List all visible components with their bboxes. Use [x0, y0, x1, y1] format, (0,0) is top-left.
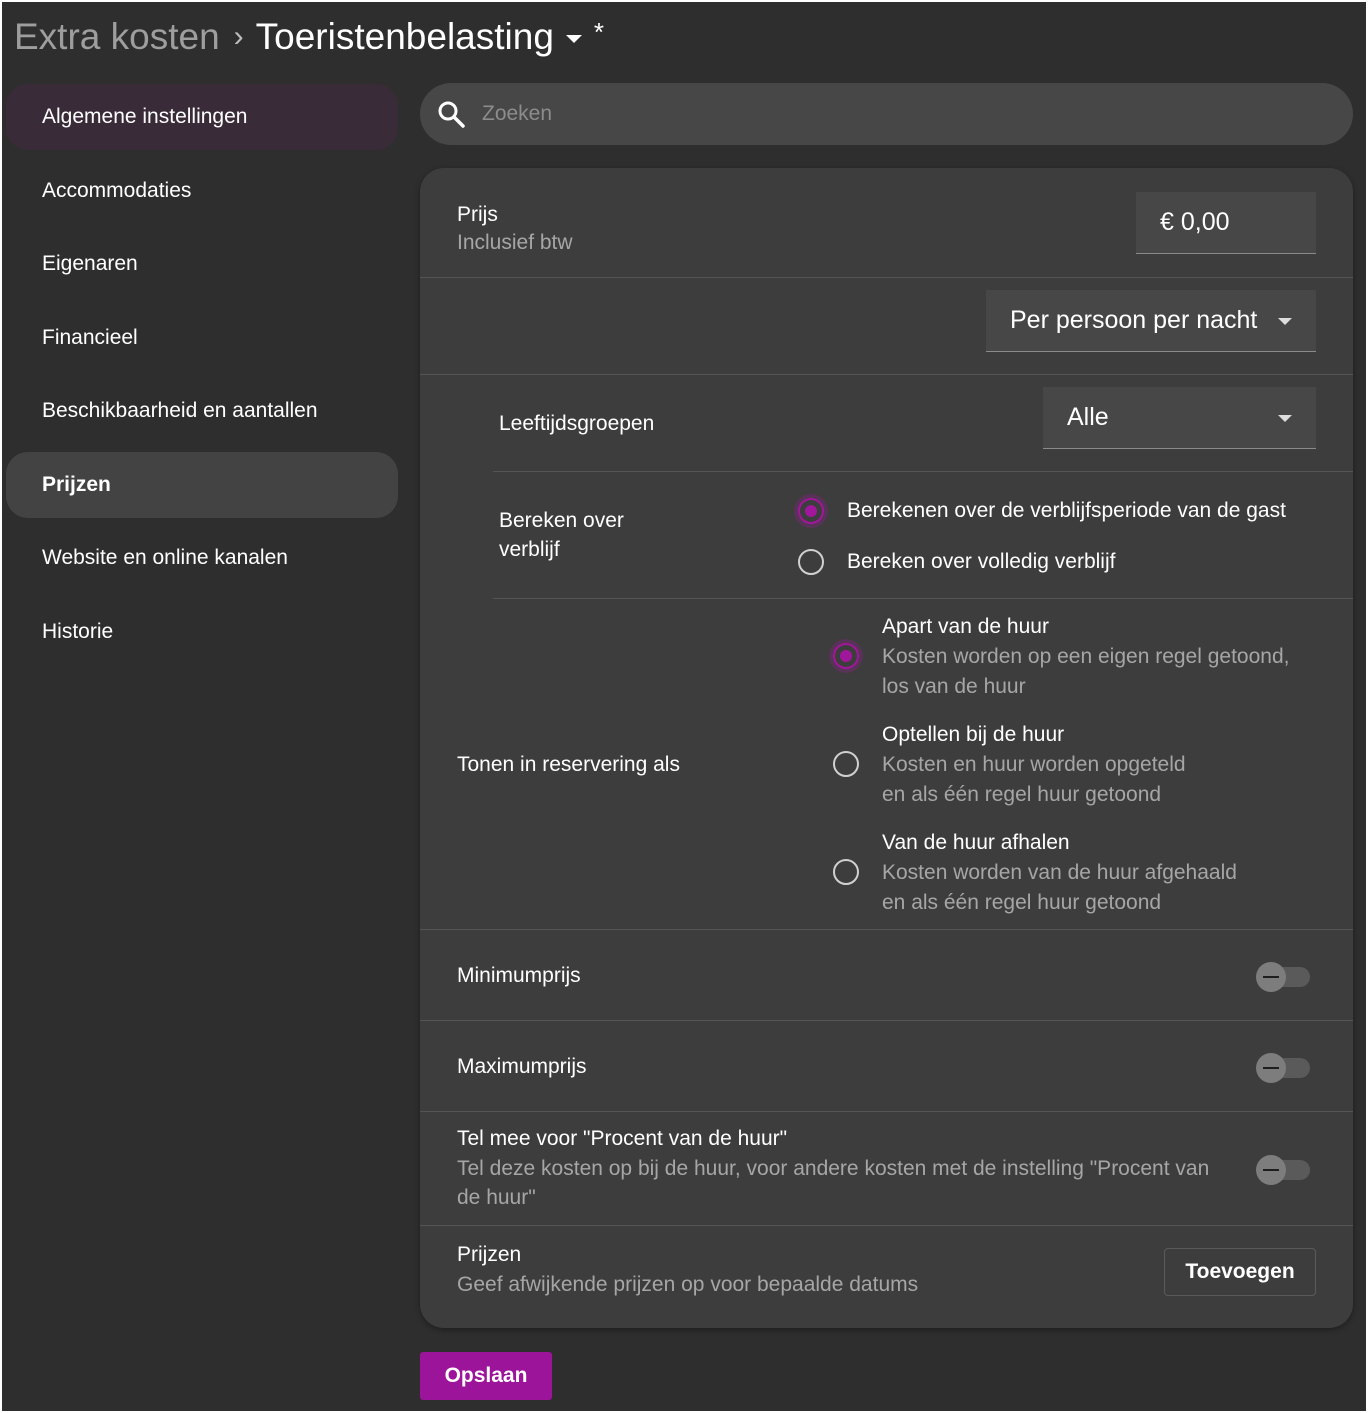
age-groups-label: Leeftijdsgroepen — [499, 412, 655, 435]
sidebar-item-eigenaren[interactable]: Eigenaren — [6, 231, 398, 297]
radio-separate-desc-2: los van de huur — [882, 675, 1026, 698]
min-price-label: Minimumprijs — [457, 964, 581, 987]
divider — [493, 598, 1353, 599]
divider — [493, 471, 1353, 472]
radio-separate-title[interactable]: Apart van de huur — [882, 615, 1049, 639]
chevron-down-icon — [1278, 318, 1292, 325]
price-label: Prijs — [457, 203, 498, 226]
age-groups-value: Alle — [1067, 403, 1109, 431]
divider — [420, 929, 1353, 930]
chevron-down-icon[interactable] — [565, 35, 582, 43]
radio-subtract-from-rent[interactable] — [833, 859, 859, 885]
breadcrumb-separator: › — [233, 20, 244, 53]
toggle-knob — [1256, 1155, 1286, 1185]
save-button[interactable]: Opslaan — [420, 1352, 552, 1400]
prices-sublabel: Geef afwijkende prijzen op voor bepaalde… — [457, 1273, 919, 1296]
sidebar-item-prijzen[interactable]: Prijzen — [6, 451, 398, 518]
divider — [420, 1111, 1353, 1112]
calc-over-stay-label-line2: verblijf — [499, 538, 560, 561]
unit-select-value: Per persoon per nacht — [1010, 306, 1258, 334]
min-price-toggle[interactable] — [1256, 962, 1310, 992]
add-price-button[interactable]: Toevoegen — [1164, 1248, 1316, 1296]
radio-separate-desc-1: Kosten worden op een eigen regel getoond… — [882, 645, 1290, 668]
max-price-toggle[interactable] — [1256, 1053, 1310, 1083]
percent-of-rent-desc-2: de huur" — [457, 1186, 536, 1209]
radio-full-stay-label[interactable]: Bereken over volledig verblijf — [847, 550, 1115, 574]
search-bar — [420, 83, 1353, 145]
sidebar-item-accommodaties[interactable]: Accommodaties — [6, 158, 398, 224]
percent-of-rent-desc-1: Tel deze kosten op bij de huur, voor and… — [457, 1157, 1210, 1180]
breadcrumb: Extra kosten › Toeristenbelasting * — [14, 12, 604, 62]
percent-of-rent-toggle[interactable] — [1256, 1155, 1310, 1185]
sidebar-item-beschikbaarheid[interactable]: Beschikbaarheid en aantallen — [6, 378, 398, 444]
radio-subtract-from-rent-title[interactable]: Van de huur afhalen — [882, 831, 1070, 855]
toggle-knob — [1256, 962, 1286, 992]
search-icon — [438, 101, 465, 128]
price-sublabel: Inclusief btw — [457, 231, 573, 254]
radio-guest-period[interactable] — [798, 498, 824, 524]
app-frame: Extra kosten › Toeristenbelasting * Alge… — [2, 2, 1366, 1411]
divider — [420, 1020, 1353, 1021]
percent-of-rent-label: Tel mee voor "Procent van de huur" — [457, 1127, 788, 1150]
radio-subtract-from-rent-desc-2: en als één regel huur getoond — [882, 891, 1162, 914]
page-title: Toeristenbelasting — [255, 16, 554, 57]
unit-select[interactable]: Per persoon per nacht — [986, 290, 1316, 352]
breadcrumb-parent[interactable]: Extra kosten — [14, 16, 220, 58]
toggle-knob — [1256, 1053, 1286, 1083]
search-input[interactable] — [480, 101, 1304, 127]
divider — [420, 1225, 1353, 1226]
max-price-label: Maximumprijs — [457, 1055, 587, 1078]
age-groups-select[interactable]: Alle — [1043, 387, 1316, 449]
sidebar-item-website[interactable]: Website en online kanalen — [6, 525, 398, 591]
radio-add-to-rent-title[interactable]: Optellen bij de huur — [882, 723, 1064, 747]
radio-guest-period-label[interactable]: Berekenen over de verblijfsperiode van d… — [847, 499, 1286, 523]
settings-card: Prijs Inclusief btw € 0,00 Per persoon p… — [420, 168, 1353, 1328]
radio-add-to-rent-desc-2: en als één regel huur getoond — [882, 783, 1162, 806]
sidebar: Algemene instellingen Accommodaties Eige… — [6, 84, 398, 672]
sidebar-item-historie[interactable]: Historie — [6, 599, 398, 665]
radio-add-to-rent-desc-1: Kosten en huur worden opgeteld — [882, 753, 1186, 776]
unsaved-indicator: * — [593, 16, 605, 47]
radio-subtract-from-rent-desc-1: Kosten worden van de huur afgehaald — [882, 861, 1237, 884]
radio-full-stay[interactable] — [798, 549, 824, 575]
prices-label: Prijzen — [457, 1243, 522, 1266]
divider — [420, 374, 1353, 375]
show-in-reservation-label: Tonen in reservering als — [457, 753, 680, 776]
sidebar-item-algemene-instellingen[interactable]: Algemene instellingen — [6, 84, 398, 150]
radio-add-to-rent[interactable] — [833, 751, 859, 777]
sidebar-item-financieel[interactable]: Financieel — [6, 305, 398, 371]
calc-over-stay-label-line1: Bereken over — [499, 509, 624, 532]
price-input[interactable]: € 0,00 — [1136, 192, 1316, 254]
radio-separate[interactable] — [833, 643, 859, 669]
chevron-down-icon — [1278, 415, 1292, 422]
divider — [420, 277, 1353, 278]
